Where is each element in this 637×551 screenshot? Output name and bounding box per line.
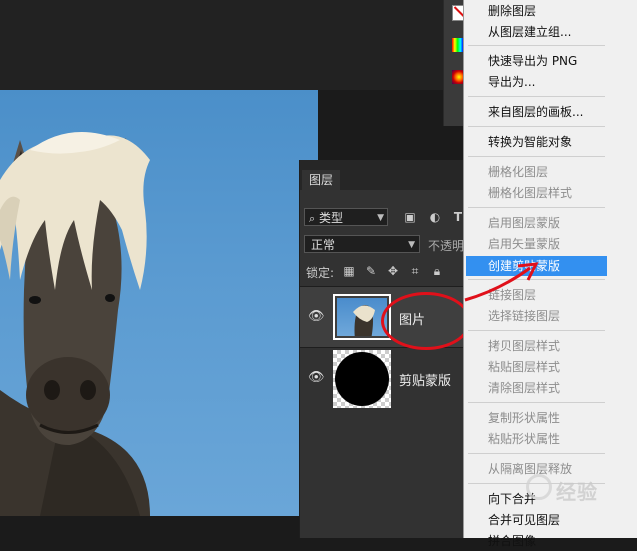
adjustment-filter-icon[interactable]: ◐ (427, 209, 443, 225)
menu-item-clear-layer-style[interactable]: 清除图层样式 (466, 378, 607, 398)
menu-separator (468, 156, 605, 157)
lock-label: 锁定: (306, 266, 335, 280)
lock-row: 锁定: ▦ ✎ ✥ ⌗ 🔒︎ (300, 259, 466, 283)
menu-separator (468, 330, 605, 331)
menu-separator (468, 45, 605, 46)
menu-item-convert-smart-object[interactable]: 转换为智能对象 (466, 132, 607, 152)
menu-separator (468, 96, 605, 97)
filter-row: ⌕ 类型 ▼ ▣ ◐ T (300, 204, 466, 228)
menu-item-flatten-image[interactable]: 拼合图像 (466, 531, 607, 551)
lock-all-icon[interactable]: 🔒︎ (429, 263, 445, 279)
document-canvas[interactable] (0, 90, 318, 516)
lock-artboard-icon[interactable]: ⌗ (407, 263, 423, 279)
menu-separator (468, 279, 605, 280)
eye-icon[interactable]: 👁︎ (308, 370, 325, 386)
filter-kind-label: 类型 (319, 211, 344, 225)
image-thumbnail (337, 298, 387, 336)
menu-item-enable-vector-mask[interactable]: 启用矢量蒙版 (466, 234, 607, 254)
menu-item-rasterize-layer[interactable]: 栅格化图层 (466, 162, 607, 182)
menu-separator (468, 126, 605, 127)
chevron-down-icon: ▼ (377, 213, 384, 223)
horse-photo (0, 132, 150, 516)
watermark-logo-icon (526, 474, 552, 500)
menu-item-copy-shape-attributes[interactable]: 复制形状属性 (466, 408, 607, 428)
search-icon: ⌕ (309, 212, 316, 225)
menu-item-rasterize-layer-style[interactable]: 栅格化图层样式 (466, 183, 607, 203)
chevron-down-icon: ▼ (408, 240, 415, 250)
lock-brush-icon[interactable]: ✎ (363, 263, 379, 279)
menu-separator (468, 207, 605, 208)
layer-name[interactable]: 剪贴蒙版 (399, 370, 451, 389)
circle-shape-thumbnail (335, 352, 389, 406)
layers-panel: 图层 ⌕ 类型 ▼ ▣ ◐ T 正常 ▼ 不透明 锁定: ▦ ✎ ✥ ⌗ 🔒︎ … (299, 160, 466, 538)
image-filter-icon[interactable]: ▣ (402, 209, 418, 225)
menu-separator (468, 453, 605, 454)
menu-item-quick-export-png[interactable]: 快速导出为 PNG (466, 51, 607, 71)
menu-item-enable-layer-mask[interactable]: 启用图层蒙版 (466, 213, 607, 233)
eye-icon[interactable]: 👁︎ (308, 309, 325, 325)
blend-mode-label: 正常 (311, 238, 336, 252)
annotation-ellipse (381, 292, 471, 350)
blend-mode-select[interactable]: 正常 ▼ (304, 235, 420, 253)
menu-item-merge-visible[interactable]: 合并可见图层 (466, 510, 607, 530)
filter-kind-select[interactable]: ⌕ 类型 ▼ (304, 208, 388, 226)
menu-item-copy-layer-style[interactable]: 拷贝图层样式 (466, 336, 607, 356)
menu-item-paste-shape-attributes[interactable]: 粘贴形状属性 (466, 429, 607, 449)
blend-row: 正常 ▼ 不透明 (300, 232, 466, 256)
layers-tab-bar: 图层 (300, 160, 466, 190)
menu-item-create-clipping-mask[interactable]: 创建剪贴蒙版 (466, 256, 607, 276)
opacity-label: 不透明 (428, 239, 465, 253)
menu-item-artboard-from-layers[interactable]: 来自图层的画板... (466, 102, 607, 122)
layer-thumbnail[interactable] (333, 350, 391, 408)
menu-item-link-layers[interactable]: 链接图层 (466, 285, 607, 305)
layer-context-menu: 删除图层 从图层建立组... 快速导出为 PNG 导出为... 来自图层的画板.… (463, 0, 637, 548)
lock-transparent-icon[interactable]: ▦ (341, 263, 357, 279)
menu-separator (468, 402, 605, 403)
watermark: 经验 (556, 480, 598, 504)
menu-item-select-linked-layers[interactable]: 选择链接图层 (466, 306, 607, 326)
menu-item-group-from-layers[interactable]: 从图层建立组... (466, 22, 607, 42)
layer-row-clip-mask[interactable]: 👁︎ 剪贴蒙版 (300, 348, 466, 408)
lock-move-icon[interactable]: ✥ (385, 263, 401, 279)
menu-item-export-as[interactable]: 导出为... (466, 72, 607, 92)
tab-layers[interactable]: 图层 (302, 170, 340, 190)
menu-item-paste-layer-style[interactable]: 粘贴图层样式 (466, 357, 607, 377)
menu-item-delete-layer[interactable]: 删除图层 (466, 1, 607, 21)
